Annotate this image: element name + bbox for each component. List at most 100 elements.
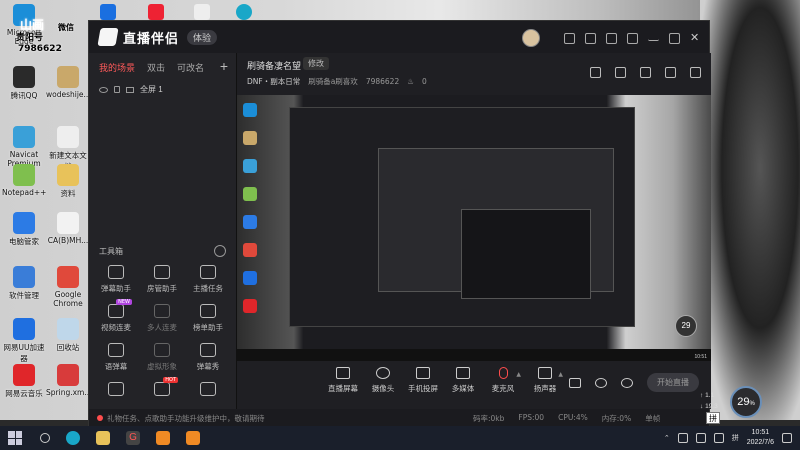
search-icon[interactable] <box>40 433 50 443</box>
tab-double-click[interactable]: 双击 <box>147 61 165 74</box>
tool-item[interactable]: 榜单助手 <box>185 304 231 333</box>
desktop-icon-label: Spring.xm... <box>46 388 92 397</box>
media-label: 多媒体 <box>451 384 475 393</box>
record-icon[interactable] <box>569 377 581 388</box>
message-icon[interactable] <box>585 32 596 44</box>
screen-icon[interactable] <box>640 67 651 78</box>
caret-up-icon[interactable]: ▲ <box>558 371 563 378</box>
lock-icon[interactable] <box>114 86 120 93</box>
tool-item[interactable] <box>185 382 231 400</box>
tool-item[interactable]: 语弹幕 <box>93 343 139 372</box>
desktop-icon[interactable]: 网易云音乐 <box>2 364 46 399</box>
tool-item[interactable]: 主播任务 <box>185 265 231 294</box>
avatar[interactable] <box>522 29 540 47</box>
tool-label: 虚拟形象 <box>147 362 177 371</box>
minimize-icon[interactable] <box>648 35 659 41</box>
notification-icon[interactable] <box>782 433 792 443</box>
tool-label: 弹幕秀 <box>196 362 220 371</box>
desktop-icons: Microsoft Edge腾讯QQwodeshije...Navicat Pr… <box>0 0 92 420</box>
edge-icon[interactable] <box>66 431 80 445</box>
desktop-icon[interactable]: 电脑管家 <box>2 212 46 247</box>
desktop-icon[interactable]: 腾讯QQ <box>2 66 46 101</box>
gift-box-icon[interactable] <box>590 67 601 78</box>
tool-item[interactable]: NEW 视频连麦 <box>93 299 139 333</box>
desktop-icon[interactable]: 软件管理 <box>2 266 46 301</box>
share-icon[interactable] <box>690 67 701 78</box>
memory-stat: 内存:0% <box>601 413 632 423</box>
live-preview[interactable]: 29 10:51 <box>237 95 711 361</box>
file-explorer-icon[interactable] <box>96 431 110 445</box>
desktop-icon[interactable]: 网易UU加速器 <box>2 318 46 364</box>
nested-app-window-3 <box>461 209 591 299</box>
phone-cast-button[interactable]: 手机投屏 <box>403 367 443 394</box>
tool-item[interactable] <box>93 382 139 400</box>
app-icon[interactable] <box>194 4 210 20</box>
tool-item[interactable]: 虚拟形象 <box>139 343 185 372</box>
screen-capture-button[interactable]: 直播屏幕 <box>323 367 363 394</box>
performance-widget[interactable]: ↑ 1.1 ↓ 19.3 29% 拼 <box>700 386 766 426</box>
media-button[interactable]: 多媒体 <box>443 367 483 394</box>
desktop-icon[interactable]: 回收站 <box>46 318 90 353</box>
status-notice[interactable]: 礼物任务、点歌助手功能升级维护中，敬请期待 <box>107 413 265 424</box>
gift-icon[interactable] <box>606 32 617 44</box>
live-companion-taskbar-icon-2[interactable] <box>186 431 200 445</box>
eye-icon[interactable] <box>99 86 108 93</box>
tool-item[interactable]: 多人连麦 <box>139 304 185 333</box>
desktop-icon-image <box>13 212 35 234</box>
menu-icon[interactable] <box>627 32 638 44</box>
nested-app-window-2 <box>378 148 614 299</box>
ime-tray[interactable]: 拼 <box>732 433 739 443</box>
tool-icon <box>200 382 216 396</box>
maximize-icon[interactable] <box>669 32 680 44</box>
tool-icon <box>200 265 216 279</box>
desktop-icon[interactable]: 资料 <box>46 164 90 199</box>
edit-title-button[interactable]: 修改 <box>303 57 329 70</box>
ime-indicator[interactable]: 拼 <box>706 412 720 424</box>
network-icon[interactable] <box>695 433 706 443</box>
lock-icon[interactable] <box>615 67 626 78</box>
room-category[interactable]: DNF・副本日常 <box>247 76 300 87</box>
desktop-icon[interactable]: Google Chrome <box>46 266 90 308</box>
tool-item[interactable]: 房管助手 <box>139 265 185 294</box>
room-account: 刷骑备a刷喜欢 <box>308 77 358 86</box>
chevron-up-icon[interactable]: ⌃ <box>664 434 670 442</box>
start-button[interactable] <box>8 431 22 445</box>
desktop-icon[interactable]: Notepad++ <box>2 164 46 197</box>
close-icon[interactable]: ✕ <box>690 32 701 44</box>
mail-icon[interactable] <box>564 32 575 44</box>
desktop-icon[interactable]: wodeshije... <box>46 66 91 99</box>
settings-icon[interactable] <box>621 377 633 388</box>
scene-item[interactable]: 全屏 1 <box>89 82 236 97</box>
app-icon[interactable] <box>148 4 164 20</box>
speaker-button[interactable]: 扬声器 ▲ <box>525 367 565 394</box>
tool-item[interactable]: HOT <box>139 377 185 400</box>
tool-item[interactable]: 弹幕助手 <box>93 265 139 294</box>
caret-up-icon[interactable]: ▲ <box>516 371 521 378</box>
room-id: 7986622 <box>365 77 400 86</box>
app-icon[interactable] <box>100 4 116 20</box>
camera-button[interactable]: 摄像头 <box>363 367 403 394</box>
add-scene-button[interactable]: + <box>220 58 228 74</box>
more-icon[interactable] <box>214 245 226 257</box>
live-companion-taskbar-icon[interactable] <box>156 431 170 445</box>
start-live-button[interactable]: 开始直播 <box>647 373 699 392</box>
app-g-icon[interactable]: G <box>126 431 140 445</box>
desktop-icon[interactable]: Spring.xm... <box>46 364 92 397</box>
tab-rename[interactable]: 可改名 <box>177 61 204 74</box>
desktop-icon-image <box>57 212 79 234</box>
bell-icon[interactable] <box>665 67 676 78</box>
media-icon <box>456 367 470 379</box>
edge-icon[interactable] <box>236 4 252 20</box>
toolbox-grid: 弹幕助手 房管助手 主播任务 NEW 视频连麦 多人连麦 榜单助手语弹幕 虚拟形象 弹幕秀 HOT <box>93 265 233 400</box>
microphone-button[interactable]: 麦克风 ▲ <box>483 367 523 394</box>
volume-icon[interactable] <box>713 433 724 443</box>
scene-tabs: 我的场景 双击 可改名 <box>89 53 236 82</box>
taskbar-clock[interactable]: 10:51 2022/7/6 <box>747 428 774 448</box>
desktop-icon-label: 软件管理 <box>9 291 39 300</box>
version-badge[interactable]: 体验 <box>187 29 218 45</box>
preview-eye-icon[interactable] <box>595 377 607 388</box>
tool-item[interactable]: 弹幕秀 <box>185 343 231 372</box>
shield-icon[interactable] <box>677 433 688 443</box>
tab-my-scenes[interactable]: 我的场景 <box>99 61 135 74</box>
desktop-icon[interactable]: CA(B)MH... <box>46 212 90 245</box>
